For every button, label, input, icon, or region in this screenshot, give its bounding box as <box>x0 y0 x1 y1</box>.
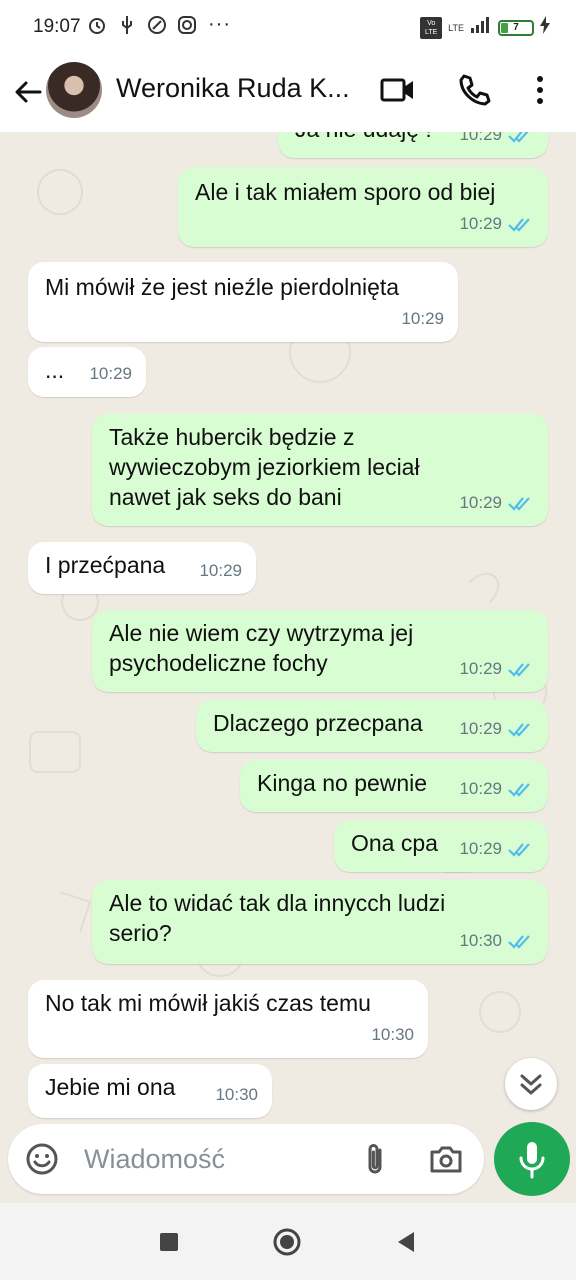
message-time: 10:29 <box>401 309 444 328</box>
read-ticks-icon <box>508 843 530 857</box>
message-text-line: nawet jak seks do bani <box>109 484 342 510</box>
message-time: 10:30 <box>371 1025 414 1044</box>
message-text: No tak mi mówił jakiś czas temu <box>45 990 371 1016</box>
camera-icon[interactable] <box>428 1141 464 1177</box>
message-outgoing[interactable]: Ja nie udaję ! 10:29 <box>278 132 548 158</box>
message-text: Jebie mi ona <box>45 1074 176 1100</box>
message-incoming[interactable]: Mi mówił że jest nieźle pierdolnięta 10:… <box>28 262 458 342</box>
home-icon[interactable] <box>272 1227 302 1257</box>
more-vert-icon[interactable] <box>522 72 558 108</box>
message-outgoing[interactable]: Ona cpa 10:29 <box>334 820 548 872</box>
back-triangle-icon[interactable] <box>392 1227 422 1257</box>
message-text-line: serio? <box>109 920 172 946</box>
message-text: Ale i tak miałem sporo od biej <box>195 179 496 205</box>
phone-icon[interactable] <box>456 72 492 108</box>
message-outgoing[interactable]: Kinga no pewnie 10:29 <box>240 760 548 812</box>
message-text: Ja nie udaję ! <box>295 132 432 144</box>
message-text-line: Ale nie wiem czy wytrzyma jej <box>109 620 414 646</box>
back-arrow-icon[interactable] <box>10 74 46 110</box>
status-bar: 19:07 ··· Vo LTE LTE 7 <box>0 0 576 56</box>
mic-icon <box>519 1142 545 1179</box>
message-time: 10:29 <box>459 659 502 678</box>
message-text-line: psychodeliczne fochy <box>109 650 328 676</box>
chat-header: Weronika Ruda K... <box>0 56 576 132</box>
attach-icon[interactable] <box>358 1141 394 1177</box>
volte-badge: Vo LTE <box>420 16 443 39</box>
scroll-to-bottom-button[interactable] <box>505 1058 557 1110</box>
emoji-icon[interactable] <box>24 1141 60 1177</box>
message-text: Dlaczego przecpana <box>213 710 423 736</box>
status-time: 19:07 <box>33 16 81 37</box>
read-ticks-icon <box>508 132 529 143</box>
message-text: Kinga no pewnie <box>257 770 428 796</box>
message-composer: Wiadomość <box>8 1124 484 1194</box>
more-notifications-icon: ··· <box>208 13 231 35</box>
message-time: 10:30 <box>459 931 502 950</box>
message-incoming[interactable]: No tak mi mówił jakiś czas temu 10:30 <box>28 980 428 1058</box>
instagram-icon <box>176 14 198 36</box>
message-time: 10:29 <box>459 779 502 798</box>
message-time: 10:29 <box>459 719 502 738</box>
recents-icon[interactable] <box>154 1227 184 1257</box>
message-outgoing[interactable]: Dlaczego przecpana 10:29 <box>196 700 548 752</box>
read-ticks-icon <box>508 218 530 232</box>
message-time: 10:29 <box>459 214 502 233</box>
signal-icon <box>470 16 492 39</box>
read-ticks-icon <box>508 783 530 797</box>
message-time: 10:30 <box>215 1085 258 1104</box>
alarm-icon <box>86 14 108 36</box>
charging-icon <box>540 16 550 39</box>
message-incoming[interactable]: ... 10:29 <box>28 347 146 397</box>
message-text: Ona cpa <box>351 830 438 856</box>
chat-area[interactable]: Ja nie udaję ! 10:29 Ale i tak miałem sp… <box>0 132 576 1122</box>
message-outgoing[interactable]: Także hubercik będzie z wywieczobym jezi… <box>92 414 548 526</box>
message-time: 10:29 <box>459 493 502 512</box>
message-incoming[interactable]: I przećpana 10:29 <box>28 542 256 594</box>
message-text-line: Ale to widać tak dla innycch ludzi <box>109 890 446 916</box>
read-ticks-icon <box>508 663 530 677</box>
message-time: 10:29 <box>89 364 132 383</box>
lte-label: LTE <box>448 22 464 33</box>
message-incoming[interactable]: Jebie mi ona 10:30 <box>28 1064 272 1118</box>
data-saver-icon <box>146 14 168 36</box>
message-time: 10:29 <box>459 132 502 144</box>
read-ticks-icon <box>508 935 530 949</box>
read-ticks-icon <box>508 497 530 511</box>
mic-button[interactable] <box>494 1122 570 1196</box>
message-input[interactable]: Wiadomość <box>84 1144 225 1175</box>
contact-name[interactable]: Weronika Ruda K... <box>116 73 350 104</box>
system-navigation-bar <box>0 1203 576 1280</box>
message-text: ... <box>45 357 65 383</box>
video-call-icon[interactable] <box>380 72 416 108</box>
message-outgoing[interactable]: Ale nie wiem czy wytrzyma jej psychodeli… <box>92 610 548 692</box>
usb-icon <box>116 14 138 36</box>
message-text: I przećpana <box>45 552 166 578</box>
battery-icon: 7 <box>498 19 534 36</box>
message-text-line: wywieczobym jeziorkiem leciał <box>109 454 420 480</box>
avatar[interactable] <box>46 62 102 118</box>
read-ticks-icon <box>508 723 530 737</box>
message-outgoing[interactable]: Ale i tak miałem sporo od biej 10:29 <box>178 167 548 247</box>
message-outgoing[interactable]: Ale to widać tak dla innycch ludzi serio… <box>92 880 548 964</box>
message-time: 10:29 <box>459 839 502 858</box>
double-chevron-down-icon <box>520 1074 542 1095</box>
message-text: Mi mówił że jest nieźle pierdolnięta <box>45 274 400 300</box>
message-time: 10:29 <box>199 561 242 580</box>
message-text-line: Także hubercik będzie z <box>109 424 355 450</box>
